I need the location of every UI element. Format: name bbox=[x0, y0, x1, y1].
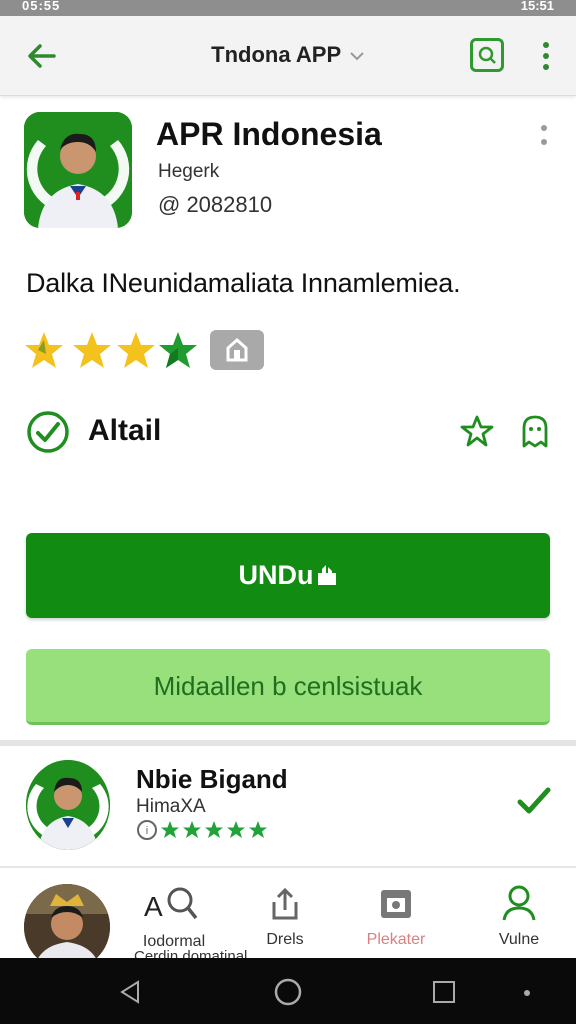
feature-label: Altail bbox=[88, 414, 162, 447]
status-bar: 05:55 15:51 bbox=[0, 0, 576, 16]
status-time: 05:55 bbox=[22, 0, 61, 13]
app-bar: Tndona APP bbox=[0, 16, 576, 96]
list-divider bbox=[0, 866, 576, 868]
dot-icon bbox=[524, 990, 530, 996]
feature-row: Altail bbox=[24, 408, 554, 454]
home-circle-icon[interactable] bbox=[274, 978, 302, 1006]
rating-badge[interactable] bbox=[210, 330, 264, 370]
related-app-subtitle: HimaXA bbox=[136, 796, 206, 817]
share-icon bbox=[226, 337, 248, 362]
check-icon[interactable] bbox=[516, 784, 552, 818]
related-rating: i bbox=[136, 818, 268, 842]
star-outline-icon[interactable] bbox=[460, 414, 494, 448]
status-clock: 15:51 bbox=[520, 0, 554, 13]
camera-icon bbox=[381, 890, 411, 918]
nav-label: Drels bbox=[266, 931, 304, 948]
install-button-label: UNDu bbox=[238, 560, 314, 590]
app-description: Dalka INeunidamaliata Innamlemiea. bbox=[26, 268, 461, 298]
search-glyph-icon bbox=[478, 46, 496, 64]
user-icon bbox=[502, 885, 536, 921]
more-vert-icon[interactable] bbox=[536, 40, 556, 72]
app-meta: @ 2082810 bbox=[158, 192, 273, 217]
star-icon bbox=[25, 332, 63, 368]
star-icon bbox=[159, 332, 197, 368]
search-icon: A bbox=[144, 887, 198, 922]
nav-item-recent[interactable]: Plekater bbox=[356, 884, 436, 949]
thumb-icon bbox=[317, 565, 336, 585]
related-app-title[interactable]: Nbie Bigand bbox=[136, 764, 288, 795]
app-name: APR Indonesia bbox=[156, 116, 382, 152]
nav-item-deals[interactable]: Drels bbox=[250, 884, 320, 949]
install-button[interactable]: UNDu bbox=[26, 533, 550, 618]
star-icon bbox=[117, 332, 155, 368]
app-bar-title-text: Tndona APP bbox=[211, 42, 341, 67]
recents-square-icon[interactable] bbox=[432, 980, 456, 1004]
nav-item-user[interactable]: Vulne bbox=[484, 884, 554, 949]
more-vert-icon[interactable] bbox=[536, 124, 552, 150]
nav-label: Vulne bbox=[498, 931, 540, 948]
svg-text:A: A bbox=[144, 891, 163, 922]
app-icon bbox=[24, 112, 132, 228]
ghost-icon[interactable] bbox=[518, 414, 552, 448]
back-triangle-icon[interactable] bbox=[118, 980, 142, 1004]
related-app-icon[interactable] bbox=[26, 760, 110, 850]
section-divider bbox=[0, 740, 576, 746]
developer-name[interactable]: Hegerk bbox=[158, 161, 219, 183]
system-nav-bar bbox=[0, 958, 576, 1024]
search-box-icon[interactable] bbox=[470, 38, 504, 72]
star-icon bbox=[73, 332, 111, 368]
secondary-button[interactable]: Midaallen b cenlsistuak bbox=[26, 649, 550, 725]
verified-check-icon bbox=[27, 411, 69, 453]
share-icon bbox=[272, 887, 298, 920]
chevron-down-icon bbox=[350, 52, 364, 61]
nav-item-search[interactable]: A Iodormal bbox=[134, 884, 214, 951]
svg-text:i: i bbox=[146, 825, 148, 837]
nav-label: Plekater bbox=[366, 931, 426, 948]
